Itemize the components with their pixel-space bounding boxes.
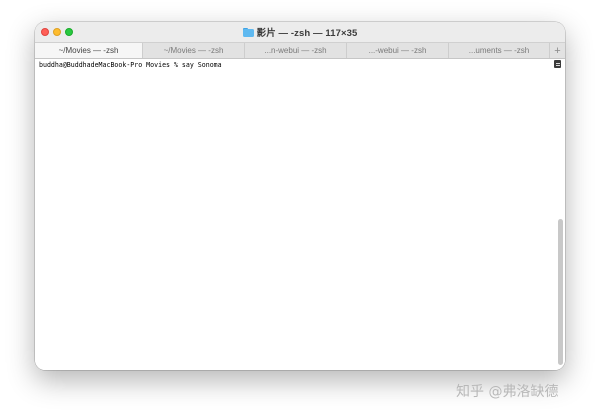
terminal-window: 影片 — -zsh — 117×35 ~/Movies — -zsh ~/Mov…: [35, 22, 565, 370]
tab-4[interactable]: ...-webui — -zsh: [347, 43, 449, 58]
scrollbar[interactable]: [558, 219, 563, 365]
marks-icon[interactable]: [554, 60, 561, 68]
tab-1[interactable]: ~/Movies — -zsh: [35, 43, 143, 58]
new-tab-button[interactable]: +: [550, 43, 565, 58]
watermark: 知乎 @弗洛缺德: [456, 384, 559, 400]
tab-2[interactable]: ~/Movies — -zsh: [143, 43, 245, 58]
tab-5[interactable]: ...uments — -zsh: [449, 43, 550, 58]
terminal-line: buddha@BuddhadeMacBook-Pro Movies % say …: [39, 61, 222, 69]
window-title: 影片 — -zsh — 117×35: [256, 28, 358, 39]
tab-3[interactable]: ...n-webui — -zsh: [245, 43, 347, 58]
folder-icon: [242, 27, 254, 37]
terminal-content[interactable]: buddha@BuddhadeMacBook-Pro Movies % say …: [35, 59, 565, 370]
title-bar[interactable]: 影片 — -zsh — 117×35: [35, 22, 565, 42]
window-title-group: 影片 — -zsh — 117×35: [35, 25, 565, 39]
tab-bar: ~/Movies — -zsh ~/Movies — -zsh ...n-web…: [35, 42, 565, 59]
